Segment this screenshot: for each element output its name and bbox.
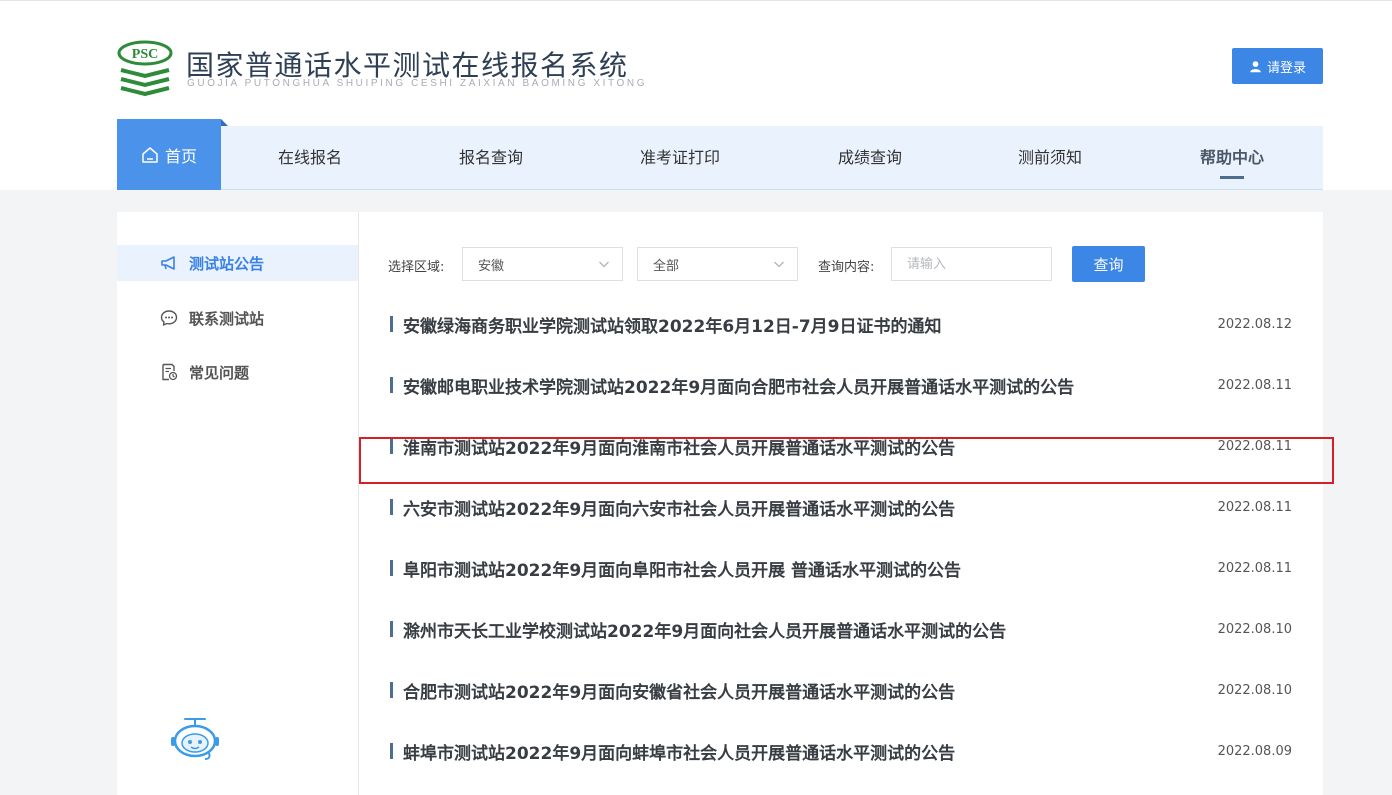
sidebar-item-faq[interactable]: 常见问题 <box>117 354 358 390</box>
user-icon <box>1250 60 1261 72</box>
psc-logo-icon[interactable]: PSC <box>117 40 193 96</box>
list-item[interactable]: 合肥市测试站2022年9月面向安徽省社会人员开展普通话水平测试的公告 2022.… <box>359 669 1323 713</box>
list-item-marker <box>390 743 393 759</box>
nav-help-center[interactable]: 帮助中心 <box>1172 126 1292 189</box>
chat-bubble-icon <box>160 310 178 326</box>
list-item[interactable]: 六安市测试站2022年9月面向六安市社会人员开展普通话水平测试的公告 2022.… <box>359 486 1323 530</box>
nav-test-notice[interactable]: 测前须知 <box>990 126 1110 189</box>
nav-score-query[interactable]: 成绩查询 <box>810 126 930 189</box>
list-item-marker <box>390 316 393 332</box>
announcement-date: 2022.08.11 <box>1217 561 1292 576</box>
list-item-marker <box>390 621 393 637</box>
list-item-marker <box>390 682 393 698</box>
nav-home-notch <box>221 119 228 126</box>
site-subtitle: GUOJIA PUTONGHUA SHUIPING CESHI ZAIXIAN … <box>187 78 648 89</box>
nav-online-registration[interactable]: 在线报名 <box>250 126 370 189</box>
nav-registration-query[interactable]: 报名查询 <box>431 126 551 189</box>
announcement-title[interactable]: 淮南市测试站2022年9月面向淮南市社会人员开展普通话水平测试的公告 <box>403 434 955 459</box>
announcement-title[interactable]: 阜阳市测试站2022年9月面向阜阳市社会人员开展 普通话水平测试的公告 <box>403 556 961 581</box>
document-clock-icon <box>162 363 178 381</box>
region-select[interactable]: 安徽 <box>462 247 623 281</box>
list-item[interactable]: 滁州市天长工业学校测试站2022年9月面向社会人员开展普通话水平测试的公告 20… <box>359 608 1323 652</box>
list-item[interactable]: 阜阳市测试站2022年9月面向阜阳市社会人员开展 普通话水平测试的公告 2022… <box>359 547 1323 591</box>
sidebar-item-announcements[interactable]: 测试站公告 <box>117 245 358 281</box>
list-item-marker <box>390 377 393 393</box>
announcement-title[interactable]: 安徽邮电职业技术学院测试站2022年9月面向合肥市社会人员开展普通话水平测试的公… <box>403 373 1074 398</box>
nav-admission-ticket[interactable]: 准考证打印 <box>620 126 740 189</box>
sidebar-item-label: 常见问题 <box>189 363 250 382</box>
nav-active-indicator <box>1220 176 1244 179</box>
sidebar-item-contact[interactable]: 联系测试站 <box>117 300 358 336</box>
announcement-title[interactable]: 安徽绿海商务职业学院测试站领取2022年6月12日-7月9日证书的通知 <box>403 312 942 337</box>
chevron-down-icon <box>774 261 784 268</box>
query-label: 查询内容: <box>818 260 875 275</box>
main-nav: 首页 在线报名 报名查询 准考证打印 成绩查询 测前须知 帮助中心 <box>117 119 1323 190</box>
query-input[interactable] <box>891 247 1052 281</box>
announcement-date: 2022.08.11 <box>1217 378 1292 393</box>
login-button[interactable]: 请登录 <box>1232 48 1323 84</box>
top-divider <box>0 0 1392 1</box>
nav-home-label: 首页 <box>164 146 197 166</box>
content-panel: 测试站公告 联系测试站 常见问题 选择区域: 安徽 全部 查询内容: 请输入 查… <box>117 212 1323 795</box>
list-item[interactable]: 安徽邮电职业技术学院测试站2022年9月面向合肥市社会人员开展普通话水平测试的公… <box>359 364 1323 408</box>
region-label: 选择区域: <box>388 260 445 275</box>
region-select-value: 安徽 <box>478 258 505 274</box>
list-item-marker <box>390 438 393 454</box>
nav-home[interactable]: 首页 <box>117 119 228 190</box>
home-icon <box>142 146 158 163</box>
announcement-title[interactable]: 六安市测试站2022年9月面向六安市社会人员开展普通话水平测试的公告 <box>403 495 955 520</box>
list-item-marker <box>390 560 393 576</box>
announcement-date: 2022.08.10 <box>1217 622 1292 637</box>
sidebar: 测试站公告 联系测试站 常见问题 <box>117 212 359 795</box>
chevron-down-icon <box>599 261 609 268</box>
sub-region-select[interactable]: 全部 <box>637 247 798 281</box>
announcement-date: 2022.08.12 <box>1217 317 1292 332</box>
list-item[interactable]: 蚌埠市测试站2022年9月面向蚌埠市社会人员开展普通话水平测试的公告 2022.… <box>359 730 1323 774</box>
list-item[interactable]: 安徽绿海商务职业学院测试站领取2022年6月12日-7月9日证书的通知 2022… <box>359 303 1323 347</box>
announcement-title[interactable]: 滁州市天长工业学校测试站2022年9月面向社会人员开展普通话水平测试的公告 <box>403 617 1006 642</box>
announcement-date: 2022.08.11 <box>1217 500 1292 515</box>
announcement-title[interactable]: 合肥市测试站2022年9月面向安徽省社会人员开展普通话水平测试的公告 <box>403 678 955 703</box>
query-button[interactable]: 查询 <box>1072 246 1145 282</box>
announcement-title[interactable]: 蚌埠市测试站2022年9月面向蚌埠市社会人员开展普通话水平测试的公告 <box>403 739 955 764</box>
announcement-date: 2022.08.09 <box>1217 744 1292 759</box>
logo-text: PSC <box>132 47 158 62</box>
list-item-marker <box>390 499 393 515</box>
announcement-date: 2022.08.10 <box>1217 683 1292 698</box>
list-item[interactable]: 淮南市测试站2022年9月面向淮南市社会人员开展普通话水平测试的公告 2022.… <box>359 425 1323 469</box>
announcement-date: 2022.08.11 <box>1217 439 1292 454</box>
sidebar-item-label: 测试站公告 <box>189 254 265 273</box>
login-label: 请登录 <box>1266 60 1306 76</box>
sub-region-select-value: 全部 <box>653 258 680 274</box>
megaphone-icon <box>161 256 175 270</box>
robot-assistant-icon[interactable] <box>169 715 221 761</box>
sidebar-item-label: 联系测试站 <box>189 309 265 328</box>
